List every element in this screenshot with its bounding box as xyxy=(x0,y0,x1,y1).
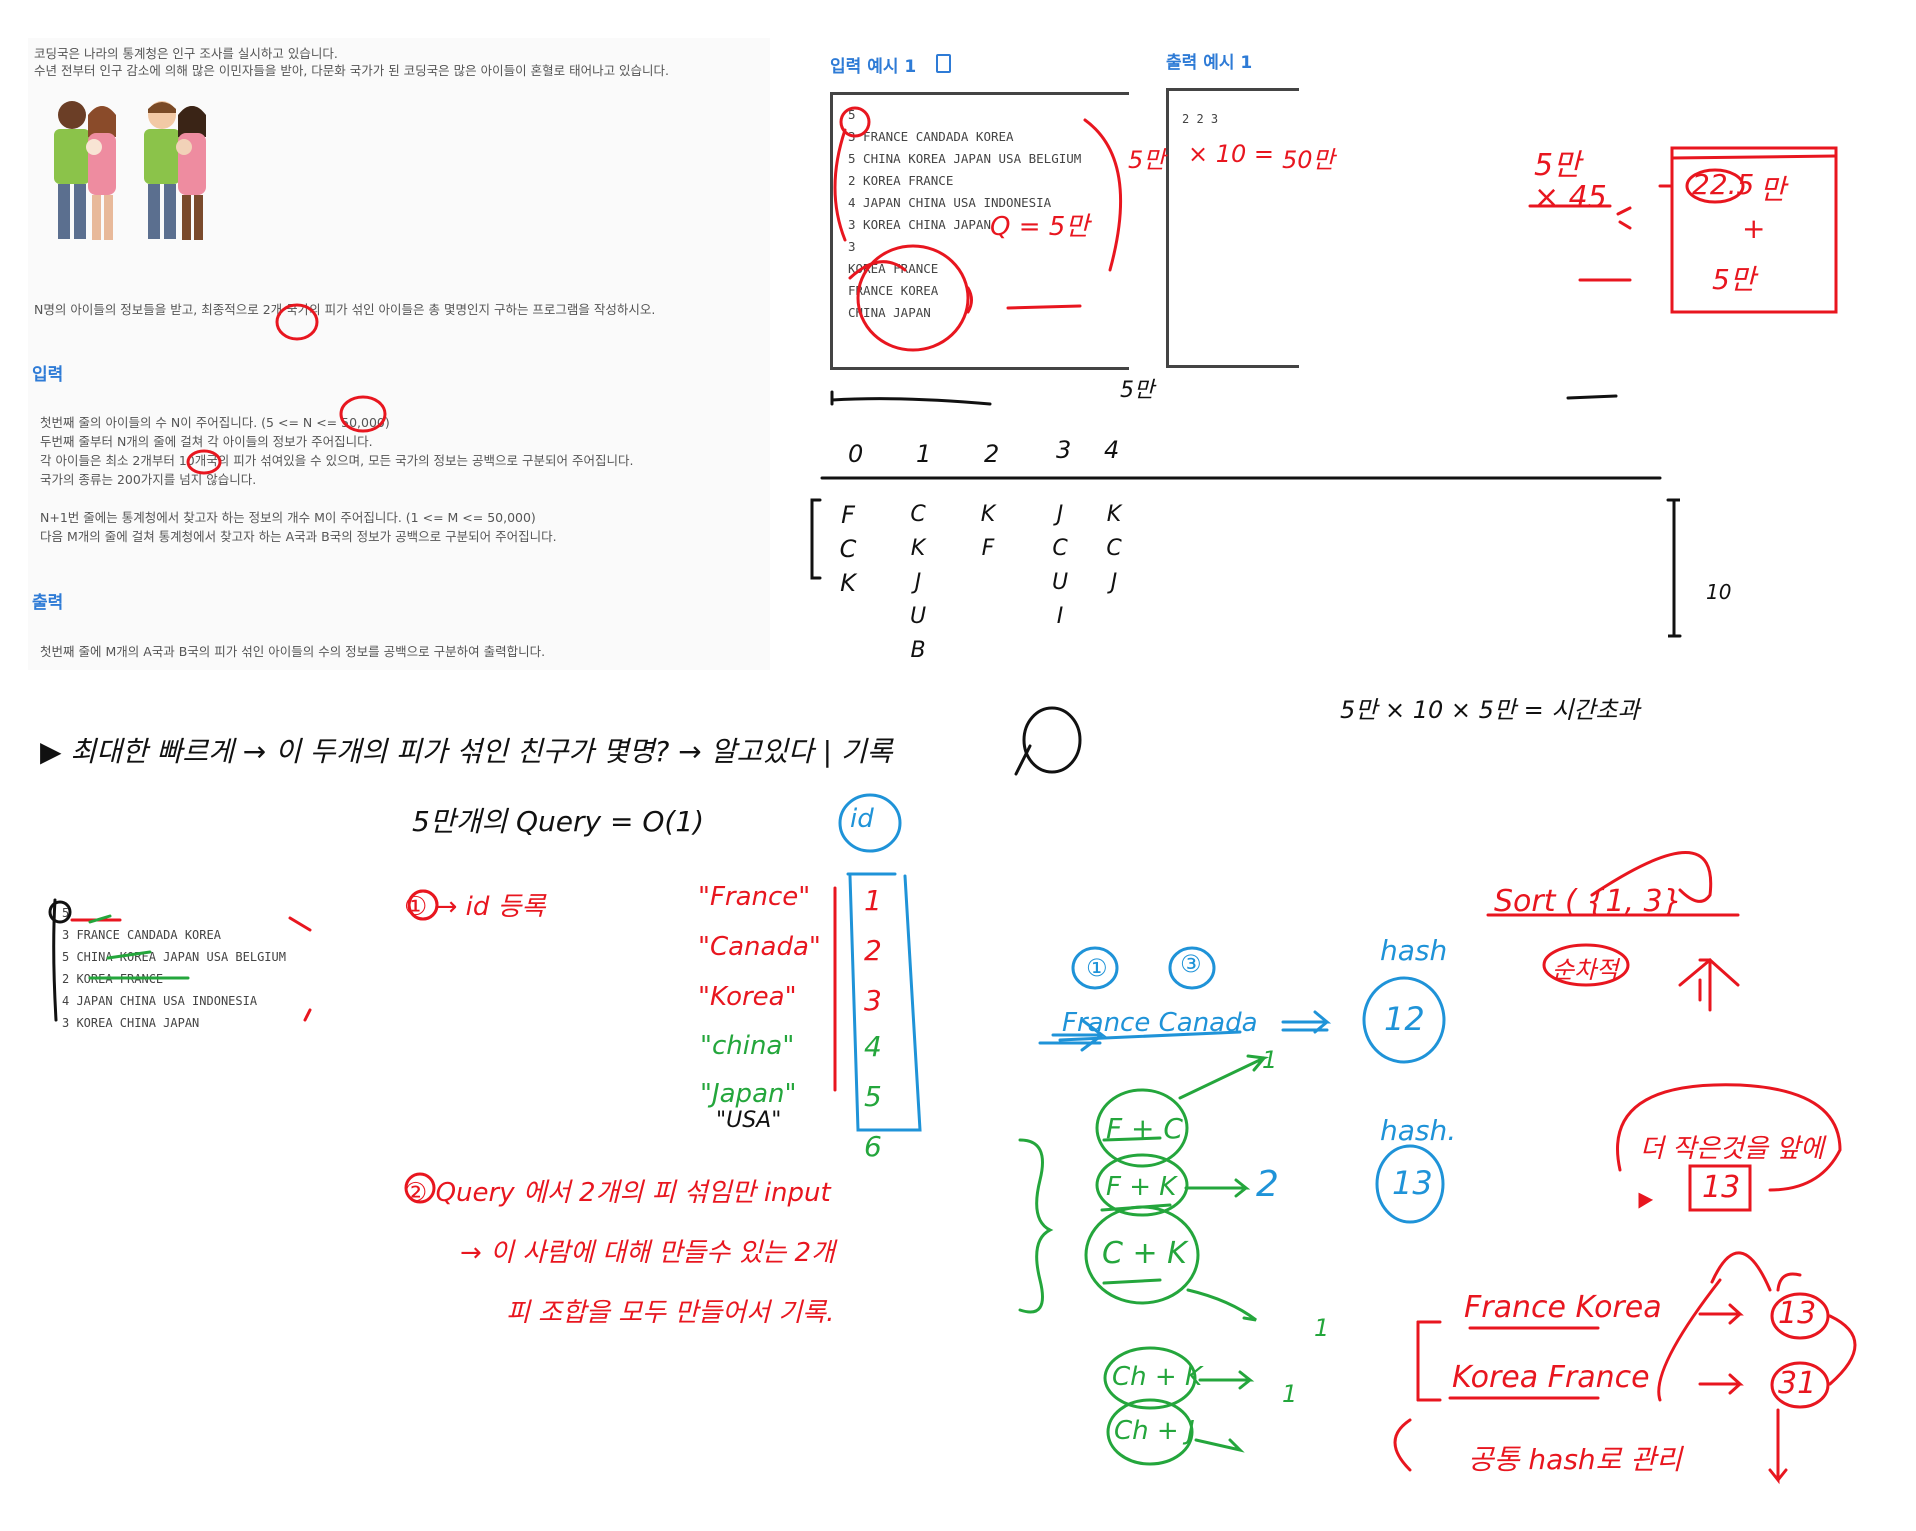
id-values-green: 456 xyxy=(864,1030,882,1163)
col-0: FCK xyxy=(839,501,857,597)
note-sunseo: 순차적 xyxy=(1552,956,1619,984)
note-headline: ▶ 최대한 빠르게 → 이 두개의 피가 섞인 친구가 몇명? → 알고있다 |… xyxy=(40,735,893,768)
note-france-canada: France Canada xyxy=(1062,1008,1258,1038)
circle-3: ③ xyxy=(1180,950,1202,978)
note-box-plus: + xyxy=(1742,212,1766,245)
hash-label-1: hash xyxy=(1380,934,1448,967)
note-step2: ② Query 에서 2개의 피 섞임만 input xyxy=(404,1178,831,1208)
note-sort: Sort ( {1, 3} xyxy=(1494,884,1682,919)
note-5man-under: 5만 xyxy=(1120,378,1155,403)
note-timeout: 5만 × 10 × 5만 = 시간초과 xyxy=(1340,696,1640,724)
note-mult1-b: × 10 = xyxy=(1188,140,1275,168)
note-x45: × 45 xyxy=(1534,180,1607,215)
col-2: KF xyxy=(980,502,996,561)
hash-value-1: 12 xyxy=(1384,1000,1425,1038)
country-usa: "USA" xyxy=(716,1108,782,1133)
col-3: JCUI xyxy=(1051,502,1069,629)
note-ten: 10 xyxy=(1706,580,1732,604)
col-1: CKJUB xyxy=(909,502,927,663)
hash-value-2: 13 xyxy=(1392,1164,1433,1202)
note-common-hash: 공통 hash로 관리 xyxy=(1468,1443,1682,1476)
circle-1: ① xyxy=(1086,954,1108,982)
note-v13: 13 xyxy=(1778,1296,1817,1331)
note-korea-france: Korea France xyxy=(1452,1360,1650,1395)
value-two: 2 xyxy=(1256,1164,1279,1205)
idx-0: 0 xyxy=(848,440,864,468)
country-list: "France" "Canada" "Korea" xyxy=(698,882,821,1012)
pair-chj: Ch + J xyxy=(1114,1416,1195,1446)
note-mult1-c: 50만 xyxy=(1282,146,1335,174)
note-step2c: 피 조합을 모두 만들어서 기록. xyxy=(506,1298,835,1328)
note-query: 5만개의 Query = O(1) xyxy=(412,805,705,838)
idx-3: 3 xyxy=(1056,436,1072,464)
pair-fk: F + K xyxy=(1106,1172,1177,1202)
country-list-green: "china" "Japan" xyxy=(700,1031,797,1109)
note-mult1-a: 5만 xyxy=(1128,146,1166,174)
note-box-5man: 5만 xyxy=(1712,263,1756,296)
idx-2: 2 xyxy=(984,440,1000,468)
idx-1: 1 xyxy=(916,440,932,468)
note-5man: 5만 xyxy=(1534,148,1581,183)
pair-chk: Ch + K xyxy=(1112,1362,1202,1392)
note-smaller: 더 작은것을 앞에 xyxy=(1640,1134,1824,1164)
value-one-c: 1 xyxy=(1282,1380,1298,1408)
note-france-korea: France Korea xyxy=(1464,1290,1662,1325)
hash-label-2: hash. xyxy=(1380,1114,1457,1147)
note-thirteen: 13 xyxy=(1702,1170,1741,1205)
note-box-225: 22.5 xyxy=(1692,168,1755,201)
pair-fc: F + C xyxy=(1106,1112,1183,1145)
col-4: KCJ xyxy=(1106,502,1122,595)
note-step1: ① → id 등록 xyxy=(404,892,546,922)
id-label: id xyxy=(850,804,874,834)
idx-4: 4 xyxy=(1104,436,1120,464)
id-values: 123 xyxy=(864,884,882,1017)
note-box-man: 만 xyxy=(1760,173,1786,206)
note-v31: 31 xyxy=(1778,1366,1817,1401)
value-one-a: 1 xyxy=(1262,1046,1278,1074)
note-q-equals: Q = 5만 xyxy=(990,212,1090,242)
pair-ck: C + K xyxy=(1102,1236,1187,1271)
note-step2b: → 이 사람에 대해 만들수 있는 2개 xyxy=(460,1238,835,1268)
value-one-b: 1 xyxy=(1314,1314,1330,1342)
